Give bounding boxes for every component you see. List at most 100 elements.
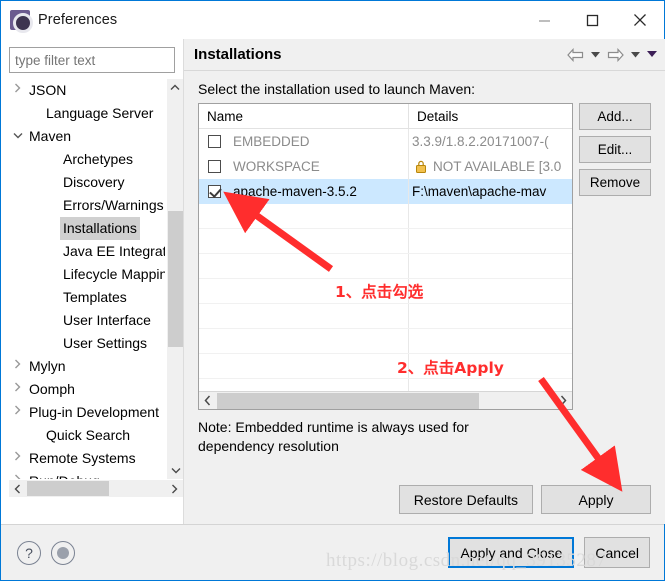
- sidebar-item-archetypes[interactable]: Archetypes: [9, 148, 165, 171]
- chevron-right-icon[interactable]: [9, 401, 26, 424]
- filter-input[interactable]: [9, 47, 175, 73]
- sidebar-item-label: Maven: [29, 128, 72, 144]
- tree-hscroll-thumb[interactable]: [27, 481, 109, 496]
- add-button[interactable]: Add...: [579, 103, 651, 130]
- tree-vertical-scrollbar[interactable]: [166, 79, 183, 479]
- maximize-button[interactable]: [568, 1, 616, 39]
- table-row[interactable]: EMBEDDED 3.3.9/1.8.2.20171007-(: [199, 129, 572, 154]
- installations-table[interactable]: Name Details EMBEDDED 3.3.9/1.8.2.2017100…: [198, 103, 573, 410]
- sidebar-item-label: Installations: [60, 217, 140, 240]
- window-controls: [520, 1, 664, 39]
- table-empty-row: [199, 329, 572, 354]
- forward-history-chevron-down-icon[interactable]: [628, 44, 642, 66]
- apply-button[interactable]: Apply: [541, 485, 651, 514]
- sidebar-item-label: Errors/Warnings: [63, 197, 164, 213]
- sidebar-item-run-debug[interactable]: Run/Debug: [9, 470, 165, 479]
- minimize-button[interactable]: [520, 1, 568, 39]
- back-history-chevron-down-icon[interactable]: [588, 44, 602, 66]
- chevron-right-icon[interactable]: [9, 355, 26, 378]
- sidebar-item-lifecycle-mappings[interactable]: Lifecycle Mappings: [9, 263, 165, 286]
- sidebar-item-label: Templates: [63, 289, 127, 305]
- scroll-down-icon[interactable]: [167, 462, 183, 479]
- sidebar-item-label: User Interface: [63, 312, 151, 328]
- table-scroll-left-icon[interactable]: [199, 392, 216, 409]
- sidebar-item-label: Archetypes: [63, 151, 134, 167]
- apply-and-close-button[interactable]: Apply and Close: [448, 537, 575, 568]
- cell-name: apache-maven-3.5.2: [199, 179, 409, 204]
- sidebar-item-plug-in-development[interactable]: Plug-in Development: [9, 401, 165, 424]
- installation-details: F:\maven\apache-mav: [412, 184, 547, 199]
- table-row[interactable]: apache-maven-3.5.2 F:\maven\apache-mav: [199, 179, 572, 204]
- shell-dot-icon[interactable]: [51, 540, 75, 565]
- empty-cell-name: [199, 229, 409, 253]
- empty-cell-name: [199, 279, 409, 303]
- table-scroll-right-icon[interactable]: [555, 392, 572, 409]
- sidebar-item-discovery[interactable]: Discovery: [9, 171, 165, 194]
- sidebar-item-label: Remote Systems: [29, 450, 136, 466]
- settings-pane: Installations Select the installation us…: [184, 39, 665, 524]
- table-hscroll-thumb[interactable]: [217, 393, 479, 409]
- cell-details: 3.3.9/1.8.2.20171007-(: [409, 129, 572, 154]
- edit-button[interactable]: Edit...: [579, 136, 651, 163]
- sidebar-item-maven[interactable]: Maven: [9, 125, 165, 148]
- preferences-sidebar: JSON Language Server Maven Archetypes Discov…: [1, 39, 183, 524]
- sidebar-item-quick-search[interactable]: Quick Search: [9, 424, 165, 447]
- table-empty-row: [199, 229, 572, 254]
- scroll-up-icon[interactable]: [167, 79, 183, 96]
- sidebar-item-label: Oomph: [29, 381, 75, 397]
- sidebar-item-user-interface[interactable]: User Interface: [9, 309, 165, 332]
- sidebar-item-installations[interactable]: Installations: [9, 217, 165, 240]
- chevron-right-icon[interactable]: [9, 447, 26, 470]
- cell-details: F:\maven\apache-mav: [409, 179, 572, 204]
- close-button[interactable]: [616, 1, 664, 39]
- column-header-name[interactable]: Name: [199, 104, 409, 128]
- tree-horizontal-scrollbar[interactable]: [9, 480, 183, 497]
- table-empty-row: [199, 279, 572, 304]
- forward-arrow-icon[interactable]: [605, 44, 625, 66]
- sidebar-item-templates[interactable]: Templates: [9, 286, 165, 309]
- empty-cell-name: [199, 254, 409, 278]
- sidebar-item-label: Plug-in Development: [29, 404, 159, 420]
- table-header: Name Details: [199, 104, 572, 129]
- sidebar-item-errors-warnings[interactable]: Errors/Warnings: [9, 194, 165, 217]
- chevron-right-icon[interactable]: [9, 470, 26, 479]
- sidebar-item-language-server[interactable]: Language Server: [9, 102, 165, 125]
- table-empty-row: [199, 354, 572, 379]
- page-description: Select the installation used to launch M…: [198, 81, 476, 97]
- sidebar-item-remote-systems[interactable]: Remote Systems: [9, 447, 165, 470]
- empty-cell-details: [409, 304, 572, 328]
- row-checkbox[interactable]: [208, 135, 221, 148]
- embedded-runtime-note: Note: Embedded runtime is always used fo…: [198, 419, 469, 454]
- row-checkbox[interactable]: [208, 185, 221, 198]
- page-button-row: Restore Defaults Apply: [198, 485, 651, 524]
- table-horizontal-scrollbar[interactable]: [199, 391, 572, 409]
- dialog-footer: ? https://blog.csdn.net/qq_39135287 Appl…: [1, 524, 664, 580]
- restore-defaults-button[interactable]: Restore Defaults: [398, 485, 533, 514]
- table-row[interactable]: WORKSPACE NOT AVAILABLE [3.0: [199, 154, 572, 179]
- chevron-right-icon[interactable]: [9, 378, 26, 401]
- sidebar-item-label: Language Server: [46, 105, 154, 121]
- remove-button[interactable]: Remove: [579, 169, 651, 196]
- back-arrow-icon[interactable]: [565, 44, 585, 66]
- cancel-button[interactable]: Cancel: [584, 537, 650, 568]
- installation-details: NOT AVAILABLE [3.0: [433, 159, 562, 174]
- cell-name: WORKSPACE: [199, 154, 409, 179]
- sidebar-item-json[interactable]: JSON: [9, 79, 165, 102]
- sidebar-item-mylyn[interactable]: Mylyn: [9, 355, 165, 378]
- sidebar-item-user-settings[interactable]: User Settings: [9, 332, 165, 355]
- tree-scroll-thumb[interactable]: [168, 211, 183, 347]
- view-menu-icon[interactable]: [645, 44, 659, 66]
- preferences-tree[interactable]: JSON Language Server Maven Archetypes Discov…: [9, 79, 165, 479]
- scroll-left-icon[interactable]: [9, 480, 26, 497]
- row-checkbox[interactable]: [208, 160, 221, 173]
- chevron-right-icon[interactable]: [9, 79, 26, 102]
- empty-cell-name: [199, 304, 409, 328]
- scroll-right-icon[interactable]: [166, 480, 183, 497]
- sidebar-item-oomph[interactable]: Oomph: [9, 378, 165, 401]
- settings-content: Select the installation used to launch M…: [184, 71, 665, 524]
- sidebar-item-java-ee-integration[interactable]: Java EE Integration: [9, 240, 165, 263]
- chevron-down-icon[interactable]: [9, 125, 26, 148]
- empty-cell-details: [409, 204, 572, 228]
- column-header-details[interactable]: Details: [409, 104, 572, 128]
- help-icon[interactable]: ?: [17, 540, 41, 565]
